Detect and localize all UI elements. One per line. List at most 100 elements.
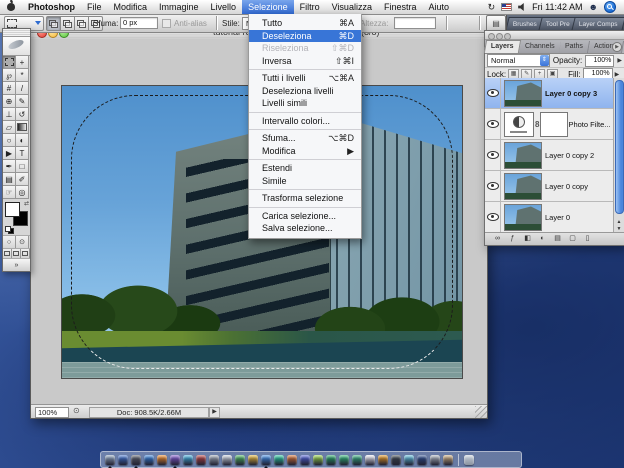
tab-layers[interactable]: Layers	[484, 40, 521, 53]
standard-screen-button[interactable]	[3, 249, 12, 258]
menu-item-intervallo-colori[interactable]: Intervallo colori...	[249, 115, 361, 128]
adjustment-layer-thumbnail[interactable]	[504, 112, 534, 137]
dock-app-icon[interactable]	[287, 455, 297, 465]
layer-name[interactable]: Layer 0 copy	[545, 182, 588, 191]
palette-zoom-button[interactable]	[504, 33, 511, 40]
history-brush-tool[interactable]: ↺	[16, 108, 29, 121]
layer-thumbnail[interactable]	[504, 142, 542, 169]
visibility-cell[interactable]	[485, 78, 501, 108]
menubar-clock[interactable]: Fri 11:42 AM	[532, 2, 582, 12]
layer-row[interactable]: 8 Photo Filte...	[485, 109, 614, 140]
default-colors-icon[interactable]	[5, 226, 13, 233]
layer-row[interactable]: Layer 0	[485, 202, 614, 233]
gradient-tool[interactable]	[16, 121, 29, 134]
menu-file[interactable]: File	[81, 0, 108, 14]
menu-item-tutti-i-livelli[interactable]: Tutti i livelli⌥⌘A	[249, 72, 361, 85]
antialias-checkbox[interactable]	[162, 19, 171, 28]
move-tool[interactable]: +	[16, 56, 29, 69]
volume-icon[interactable]	[518, 3, 526, 11]
fill-slider-icon[interactable]: ▶	[615, 71, 620, 78]
layers-scrollbar[interactable]: ▲ ▼	[613, 78, 624, 233]
menu-item-tutto[interactable]: Tutto⌘A	[249, 17, 361, 30]
menu-item-trasforma-selezione[interactable]: Trasforma selezione	[249, 192, 361, 205]
layer-mask-thumbnail[interactable]	[540, 112, 568, 137]
opacity-field[interactable]: 100%	[585, 55, 614, 67]
dock-app-icon[interactable]	[274, 455, 284, 465]
dock[interactable]	[100, 451, 522, 468]
menu-aiuto[interactable]: Aiuto	[422, 0, 455, 14]
foreground-color-swatch[interactable]	[5, 202, 20, 217]
layer-name[interactable]: Layer 0 copy 3	[545, 89, 597, 98]
menu-item-deseleziona-livelli[interactable]: Deseleziona livelli	[249, 85, 361, 98]
dock-app-icon[interactable]	[300, 455, 310, 465]
dock-app-icon[interactable]	[222, 455, 232, 465]
scroll-up-icon[interactable]: ▲	[614, 219, 624, 225]
menu-item-carica-selezione[interactable]: Carica selezione...	[249, 210, 361, 223]
layer-thumbnail[interactable]	[504, 204, 542, 231]
eyedropper-tool[interactable]: ✐	[16, 173, 29, 186]
menu-visualizza[interactable]: Visualizza	[326, 0, 378, 14]
tab-paths[interactable]: Paths	[559, 41, 590, 53]
dock-app-icon[interactable]	[157, 455, 167, 465]
sync-icon[interactable]: ↻	[488, 2, 496, 13]
dock-app-icon[interactable]	[365, 455, 375, 465]
menu-item-modifica[interactable]: Modifica▶	[249, 145, 361, 158]
eraser-tool[interactable]: ▱	[3, 121, 16, 134]
dock-app-icon[interactable]	[170, 455, 180, 465]
dock-app-icon[interactable]	[443, 455, 453, 465]
layer-row[interactable]: Layer 0 copy	[485, 171, 614, 202]
slice-tool[interactable]: /	[16, 82, 29, 95]
dodge-tool[interactable]: ◐	[16, 134, 29, 147]
visibility-cell[interactable]	[485, 202, 501, 232]
pen-tool[interactable]: ✒	[3, 160, 16, 173]
dock-app-icon[interactable]	[131, 455, 141, 465]
scrollbar-thumb[interactable]	[615, 80, 624, 214]
path-selection-tool[interactable]: ▶	[3, 147, 16, 160]
zoom-tool[interactable]: ◎	[16, 186, 29, 199]
swap-colors-icon[interactable]: ⇄	[24, 200, 29, 207]
link-layers-icon[interactable]: ∞	[491, 234, 504, 244]
trash-icon[interactable]	[464, 455, 474, 465]
visibility-cell[interactable]	[485, 109, 501, 139]
dock-app-icon[interactable]	[248, 455, 258, 465]
subtract-selection-button[interactable]	[75, 16, 89, 31]
magic-wand-tool[interactable]: *	[16, 69, 29, 82]
menu-item-salva-selezione[interactable]: Salva selezione...	[249, 222, 361, 235]
fullscreen-button[interactable]	[21, 249, 30, 258]
palette-close-button[interactable]	[488, 33, 495, 40]
dock-app-icon[interactable]	[430, 455, 440, 465]
menu-item-inversa[interactable]: Inversa⇧⌘I	[249, 55, 361, 68]
apple-menu[interactable]	[0, 3, 22, 11]
tool-palette-titlebar[interactable]	[3, 29, 30, 37]
lasso-tool[interactable]: ℘	[3, 69, 16, 82]
dock-app-icon[interactable]	[404, 455, 414, 465]
menu-item-livelli-simili[interactable]: Livelli simili	[249, 97, 361, 110]
input-language-flag-icon[interactable]	[501, 3, 512, 11]
menu-item-deseleziona[interactable]: Deseleziona⌘D	[249, 30, 361, 43]
blur-tool[interactable]: ○	[3, 134, 16, 147]
dock-app-icon[interactable]	[352, 455, 362, 465]
dock-app-icon[interactable]	[105, 455, 115, 465]
standard-mode-button[interactable]: ○	[3, 236, 16, 248]
height-input[interactable]	[394, 17, 436, 29]
new-set-icon[interactable]: ▤	[551, 234, 564, 244]
notes-tool[interactable]: ▤	[3, 173, 16, 186]
dock-app-icon[interactable]	[261, 455, 271, 465]
zoom-level-field[interactable]: 100%	[35, 407, 69, 418]
dock-app-icon[interactable]	[196, 455, 206, 465]
menu-filtro[interactable]: Filtro	[294, 0, 326, 14]
delete-layer-icon[interactable]: ▯	[581, 234, 594, 244]
dock-app-icon[interactable]	[235, 455, 245, 465]
menu-immagine[interactable]: Immagine	[153, 0, 205, 14]
rect-marquee-tool[interactable]	[3, 56, 16, 69]
window-resize-grip[interactable]	[475, 406, 487, 418]
dock-app-icon[interactable]	[378, 455, 388, 465]
menu-livello[interactable]: Livello	[205, 0, 243, 14]
menu-item-estendi[interactable]: Estendi	[249, 162, 361, 175]
dock-app-icon[interactable]	[313, 455, 323, 465]
tab-channels[interactable]: Channels	[519, 41, 562, 53]
visibility-cell[interactable]	[485, 140, 501, 170]
healing-brush-tool[interactable]: ⊕	[3, 95, 16, 108]
adjustment-layer-icon[interactable]: ◐	[536, 234, 549, 244]
tool-palette[interactable]: +℘*#/⊕✎⊥↺▱○◐▶T✒□▤✐☞◎ ⇄ ○ ⊙ »	[2, 28, 31, 272]
